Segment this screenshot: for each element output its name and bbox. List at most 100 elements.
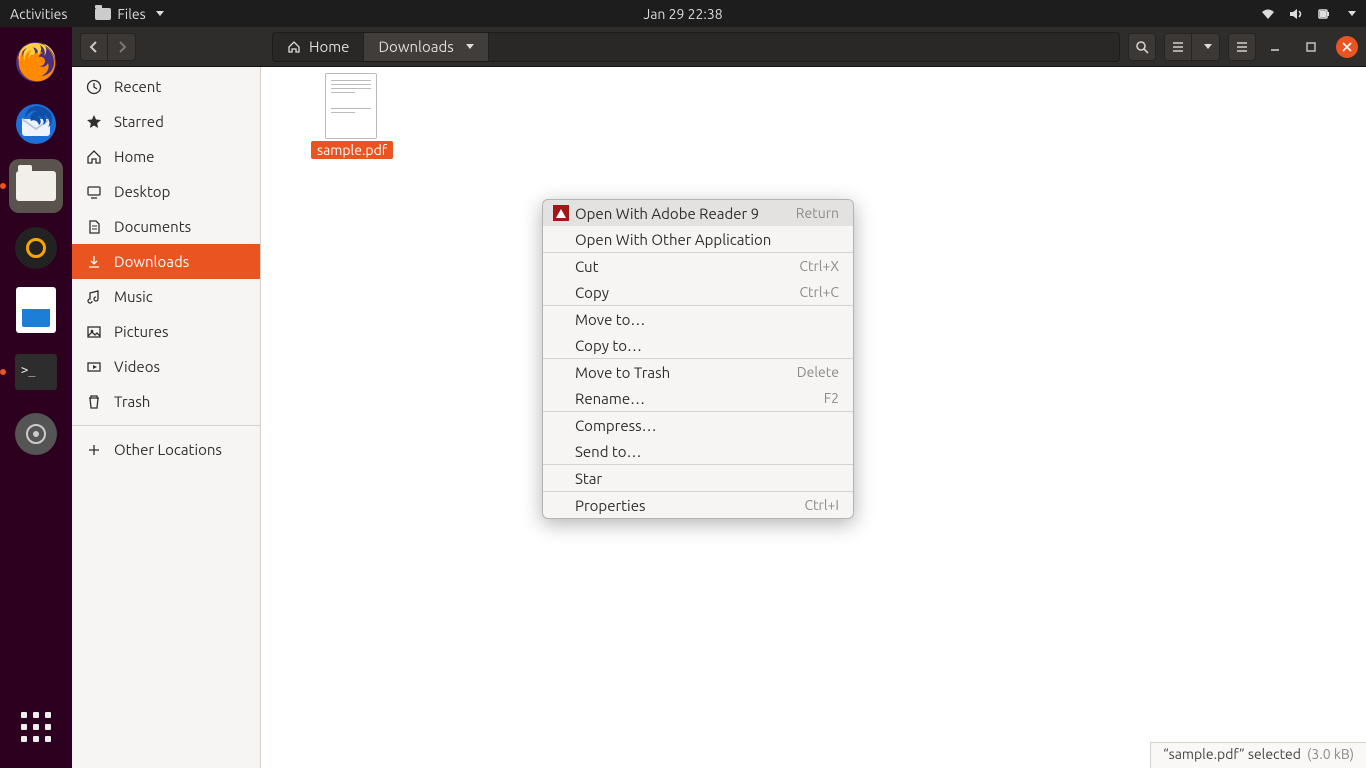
file-body: Recent StarredHomeDesktop Documents Downloa… — [72, 67, 1366, 768]
ctx-item-label: Copy — [575, 284, 609, 301]
speaker-icon — [15, 227, 57, 269]
ctx-item-label: Rename… — [575, 390, 645, 407]
dock-rhythmbox[interactable] — [9, 221, 63, 275]
ctx-copy[interactable]: CopyCtrl+C — [543, 279, 853, 305]
firefox-icon — [14, 40, 58, 84]
activities-button[interactable]: Activities — [10, 6, 67, 22]
star-icon — [86, 114, 102, 130]
sidebar-item-label: Documents — [114, 218, 191, 235]
view-options-button[interactable] — [1192, 33, 1220, 61]
sidebar-item-starred[interactable]: Starred — [72, 104, 260, 139]
dock-thunderbird[interactable] — [9, 97, 63, 151]
terminal-icon: >_ — [15, 354, 57, 390]
search-button[interactable] — [1128, 33, 1156, 61]
music-icon — [86, 289, 102, 305]
ctx-copy-to[interactable]: Copy to… — [543, 332, 853, 358]
folder-icon — [16, 171, 56, 201]
ctx-item-label: Star — [575, 470, 602, 487]
ctx-item-label: Cut — [575, 258, 599, 275]
sidebar-item-label: Recent — [114, 78, 161, 95]
plus-icon — [86, 442, 102, 458]
ctx-item-label: Compress… — [575, 417, 657, 434]
volume-icon[interactable] — [1288, 7, 1304, 21]
sidebar-item-documents[interactable]: Documents — [72, 209, 260, 244]
files-window: Home Downloads — [72, 27, 1366, 768]
file-sample-pdf[interactable]: sample.pdf — [311, 73, 391, 159]
sidebar-item-label: Videos — [114, 358, 160, 375]
ctx-compress[interactable]: Compress… — [543, 412, 853, 438]
ctx-item-label: Open With Adobe Reader 9 — [575, 205, 759, 222]
dock-usb-creator[interactable] — [9, 407, 63, 461]
icon-view[interactable]: sample.pdf Open With Adobe Reader 9 Retur… — [261, 67, 1366, 768]
ctx-move-to-trash[interactable]: Move to TrashDelete — [543, 359, 853, 385]
statusbar: “sample.pdf” selected (3.0 kB) — [1150, 742, 1366, 768]
back-button[interactable] — [80, 33, 108, 61]
crumb-current[interactable]: Downloads — [364, 33, 488, 61]
show-applications[interactable] — [9, 700, 63, 754]
sidebar-item-downloads[interactable]: Downloads — [72, 244, 260, 279]
ctx-rename[interactable]: Rename… F2 — [543, 385, 853, 411]
sidebar-item-pictures[interactable]: Pictures — [72, 314, 260, 349]
dock-firefox[interactable] — [9, 35, 63, 89]
list-icon — [1171, 40, 1185, 54]
ctx-open-with-other-application[interactable]: Open With Other Application — [543, 226, 853, 252]
clock[interactable]: Jan 29 22:38 — [643, 6, 722, 22]
downloads-icon — [86, 254, 102, 270]
status-text: “sample.pdf” selected — [1163, 746, 1301, 765]
dock-terminal[interactable]: >_ — [9, 345, 63, 399]
home-icon — [287, 40, 301, 54]
ctx-move-to[interactable]: Move to… — [543, 306, 853, 332]
ctx-shortcut: Ctrl+X — [799, 258, 839, 274]
sidebar-item-music[interactable]: Music — [72, 279, 260, 314]
ctx-shortcut: Return — [796, 205, 839, 221]
places-sidebar: Recent StarredHomeDesktop Documents Downloa… — [72, 67, 261, 768]
file-label: sample.pdf — [311, 141, 393, 159]
ctx-properties[interactable]: PropertiesCtrl+I — [543, 492, 853, 518]
sidebar-item-home[interactable]: Home — [72, 139, 260, 174]
sidebar-item-label: Downloads — [114, 253, 189, 270]
ctx-shortcut: Delete — [797, 364, 839, 380]
ctx-cut[interactable]: Cut Ctrl+X — [543, 253, 853, 279]
sidebar-item-recent[interactable]: Recent — [72, 69, 260, 104]
ctx-send-to[interactable]: Send to… — [543, 438, 853, 464]
trash-icon — [86, 394, 102, 410]
dock-libreoffice-writer[interactable] — [9, 283, 63, 337]
battery-icon[interactable] — [1316, 7, 1332, 21]
ctx-item-label: Open With Other Application — [575, 231, 771, 248]
maximize-button[interactable] — [1300, 36, 1322, 58]
close-button[interactable] — [1336, 36, 1358, 58]
desktop-icon — [86, 184, 102, 200]
window-controls — [1264, 36, 1358, 58]
app-menu[interactable]: Files — [95, 6, 163, 22]
crumb-home-label: Home — [309, 38, 349, 55]
ctx-item-label: Send to… — [575, 443, 641, 460]
minimize-button[interactable] — [1264, 36, 1286, 58]
hamburger-menu[interactable] — [1228, 33, 1256, 61]
sidebar-item-desktop[interactable]: Desktop — [72, 174, 260, 209]
menu-icon — [1235, 40, 1249, 54]
status-size: (3.0 kB) — [1307, 746, 1354, 765]
clock-icon — [86, 79, 102, 95]
chevron-down-icon — [156, 11, 164, 16]
crumb-home[interactable]: Home — [273, 33, 364, 61]
sidebar-item-label: Other Locations — [114, 441, 222, 458]
wifi-icon[interactable] — [1260, 7, 1276, 21]
sidebar-item-other-locations[interactable]: Other Locations — [72, 432, 260, 467]
documents-icon — [86, 219, 102, 235]
forward-button[interactable] — [108, 33, 136, 61]
dock-files[interactable] — [9, 159, 63, 213]
sidebar-item-videos[interactable]: Videos — [72, 349, 260, 384]
headerbar: Home Downloads — [72, 27, 1366, 67]
pdf-thumbnail — [325, 73, 377, 139]
view-list-button[interactable] — [1164, 33, 1192, 61]
system-menu-caret[interactable] — [1348, 11, 1356, 16]
sidebar-item-label: Trash — [114, 393, 150, 410]
thunderbird-icon — [14, 102, 58, 146]
pictures-icon — [86, 324, 102, 340]
sidebar-item-trash[interactable]: Trash — [72, 384, 260, 419]
sidebar-item-label: Pictures — [114, 323, 169, 340]
ctx-shortcut: F2 — [824, 390, 839, 406]
ctx-star[interactable]: Star — [543, 465, 853, 491]
nav-buttons — [80, 33, 136, 61]
ctx-open-with-adobe-reader-9[interactable]: Open With Adobe Reader 9 Return — [543, 200, 853, 226]
